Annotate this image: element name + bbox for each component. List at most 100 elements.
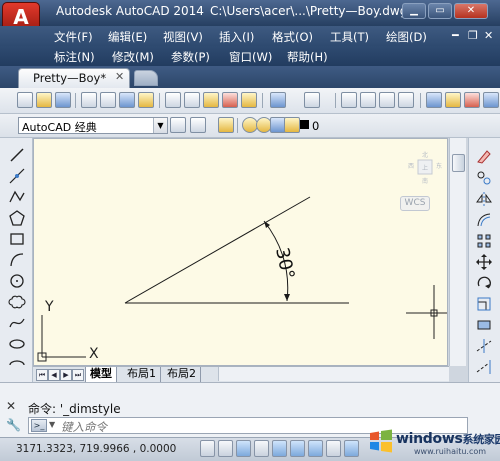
workspace-dropdown[interactable]: AutoCAD 经典 ▼ (18, 117, 168, 134)
wrench-icon[interactable]: 🔧 (6, 418, 21, 432)
redo-icon[interactable] (304, 92, 320, 108)
object-snap-icon[interactable] (290, 440, 305, 457)
menu-help[interactable]: 帮助(H) (287, 49, 328, 65)
polar-tracking-icon[interactable] (272, 440, 287, 457)
infer-constraints-icon[interactable] (200, 440, 215, 457)
zoom-realtime-icon[interactable] (360, 92, 376, 108)
tab-layout2[interactable]: 布局2 (163, 367, 201, 382)
menu-draw[interactable]: 绘图(D) (386, 29, 427, 45)
tool-palettes-icon[interactable] (464, 92, 480, 108)
close-icon[interactable]: ✕ (115, 70, 124, 83)
zoom-previous-icon[interactable] (398, 92, 414, 108)
lock-icon[interactable] (284, 117, 300, 133)
wcs-menu[interactable]: WCS (400, 196, 430, 211)
menu-format[interactable]: 格式(O) (272, 29, 313, 45)
menu-tools[interactable]: 工具(T) (330, 29, 369, 45)
trim-icon[interactable] (475, 337, 493, 355)
ellipse-arc-icon[interactable] (8, 356, 26, 374)
minimize-button[interactable]: ▁ (402, 3, 426, 19)
ortho-mode-icon[interactable] (254, 440, 269, 457)
file-tab[interactable]: Pretty—Boy* ✕ (18, 68, 130, 88)
pan-hand-icon[interactable] (341, 92, 357, 108)
first-tab-icon[interactable]: ⏮ (36, 369, 48, 381)
rectangle-icon[interactable] (8, 230, 26, 248)
watermark-suffix: 系统家园 (462, 433, 500, 446)
maximize-button[interactable]: ▭ (428, 3, 452, 19)
stretch-icon[interactable] (475, 316, 493, 334)
move-icon[interactable] (475, 253, 493, 271)
horizontal-scrollbar[interactable] (218, 367, 449, 381)
close-button[interactable]: ✕ (454, 3, 488, 19)
chevron-down-icon[interactable]: ▼ (49, 420, 55, 429)
mdi-close-icon[interactable]: ✕ (484, 29, 493, 42)
grid-display-icon[interactable] (236, 440, 251, 457)
undo-icon[interactable] (270, 92, 286, 108)
polygon-icon[interactable] (8, 209, 26, 227)
mdi-restore-icon[interactable]: ❐ (468, 29, 478, 42)
copy-object-icon[interactable] (475, 169, 493, 187)
new-tab-button[interactable] (134, 70, 158, 86)
menu-dimension[interactable]: 标注(N) (54, 49, 95, 65)
extend-icon[interactable] (475, 358, 493, 376)
tab-layout1[interactable]: 布局1 (123, 367, 161, 382)
arc-icon[interactable] (8, 251, 26, 269)
offset-icon[interactable] (475, 211, 493, 229)
object-snap-tracking-icon[interactable] (326, 440, 341, 457)
line-icon[interactable] (8, 146, 26, 164)
close-icon[interactable]: ✕ (6, 399, 20, 413)
open-folder-icon[interactable] (36, 92, 52, 108)
save-icon[interactable] (55, 92, 71, 108)
sheet-set-icon[interactable] (483, 92, 499, 108)
array-icon[interactable] (475, 232, 493, 250)
menu-bar-row2: 标注(N) 修改(M) 参数(P) 窗口(W) 帮助(H) (0, 46, 500, 66)
construction-line-icon[interactable] (8, 167, 26, 185)
tab-model[interactable]: 模型 (85, 367, 117, 383)
mirror-icon[interactable] (475, 190, 493, 208)
dynamic-ucs-icon[interactable] (344, 440, 359, 457)
menu-edit[interactable]: 编辑(E) (108, 29, 147, 45)
scale-icon[interactable] (475, 295, 493, 313)
menu-window[interactable]: 窗口(W) (229, 49, 272, 65)
next-tab-icon[interactable]: ▶ (60, 369, 72, 381)
cursor-coordinates[interactable]: 3171.3323, 719.9966 , 0.0000 (16, 443, 176, 455)
gear-icon[interactable] (170, 117, 186, 133)
mdi-minimize-icon[interactable]: ━ (452, 29, 459, 42)
current-layer[interactable]: 0 (312, 119, 319, 133)
menu-insert[interactable]: 插入(I) (219, 29, 254, 45)
erase-icon[interactable] (475, 148, 493, 166)
ellipse-icon[interactable] (8, 335, 26, 353)
print-preview-icon[interactable] (100, 92, 116, 108)
rotate-icon[interactable] (475, 274, 493, 292)
last-tab-icon[interactable]: ⏭ (72, 369, 84, 381)
menu-view[interactable]: 视图(V) (163, 29, 203, 45)
command-prompt-icon[interactable]: >_ (31, 419, 47, 432)
polyline-icon[interactable] (8, 188, 26, 206)
publish-icon[interactable] (119, 92, 135, 108)
spline-icon[interactable] (8, 314, 26, 332)
prev-tab-icon[interactable]: ◀ (48, 369, 60, 381)
design-center-icon[interactable] (445, 92, 461, 108)
snap-mode-icon[interactable] (218, 440, 233, 457)
circle-icon[interactable] (8, 272, 26, 290)
3d-dwf-icon[interactable] (138, 92, 154, 108)
paste-icon[interactable] (203, 92, 219, 108)
drawing-canvas[interactable]: 30° Y X (33, 138, 448, 366)
menu-file[interactable]: 文件(F) (54, 29, 93, 45)
properties-icon[interactable] (426, 92, 442, 108)
scroll-thumb[interactable] (452, 154, 465, 172)
workspace-settings-icon[interactable] (190, 117, 206, 133)
block-editor-icon[interactable] (241, 92, 257, 108)
new-file-icon[interactable] (17, 92, 33, 108)
zoom-window-icon[interactable] (379, 92, 395, 108)
3d-object-snap-icon[interactable] (308, 440, 323, 457)
viewcube[interactable]: 北 西 上 东 南 (408, 150, 442, 202)
menu-modify[interactable]: 修改(M) (112, 49, 154, 65)
match-properties-icon[interactable] (222, 92, 238, 108)
print-icon[interactable] (81, 92, 97, 108)
copy-icon[interactable] (184, 92, 200, 108)
layer-properties-icon[interactable] (218, 117, 234, 133)
vertical-scrollbar[interactable] (449, 138, 466, 366)
revision-cloud-icon[interactable] (8, 293, 26, 311)
menu-parametric[interactable]: 参数(P) (171, 49, 210, 65)
cut-icon[interactable] (165, 92, 181, 108)
